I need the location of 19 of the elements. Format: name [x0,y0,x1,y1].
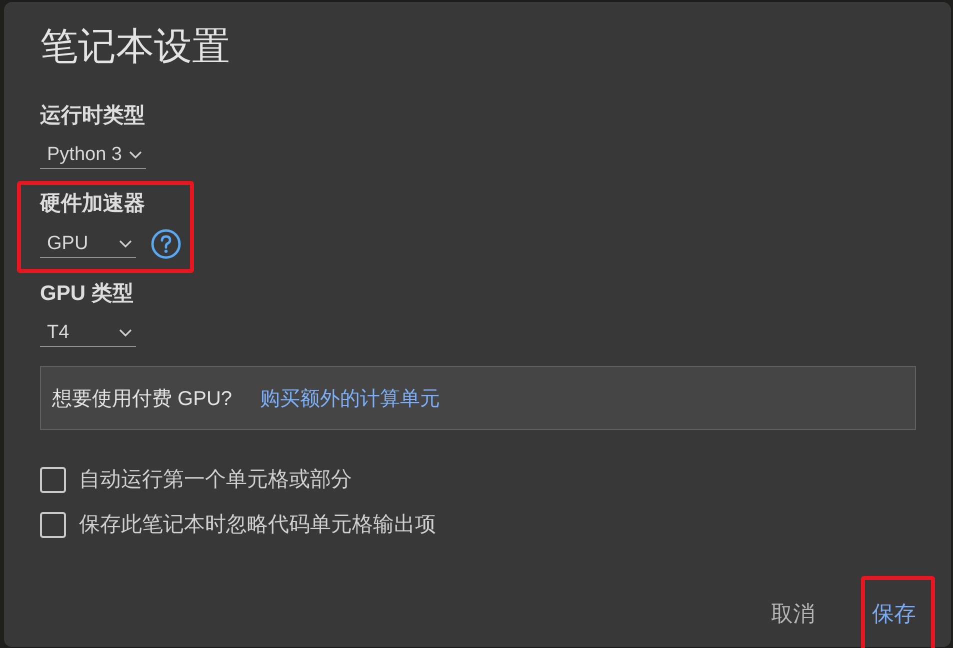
purchase-link[interactable]: 购买额外的计算单元 [260,384,440,412]
banner-text: 想要使用付费 GPU? [52,386,232,412]
select-dropdown[interactable]: Python 3 [40,141,146,169]
cancel-button[interactable]: 取消 [763,596,823,632]
chevron-down-icon [119,240,132,248]
select-dropdown[interactable]: T4 [40,319,136,347]
checkbox-label: 自动运行第一个单元格或部分 [79,467,352,493]
dialog-title: 笔记本设置 [40,25,230,70]
checkbox[interactable] [40,512,66,538]
checkbox[interactable] [40,467,66,493]
checkbox-label: 保存此笔记本时忽略代码单元格输出项 [79,512,436,538]
chevron-down-icon [119,328,132,336]
field-label: 硬件加速器 [40,191,145,217]
chevron-down-icon [129,150,142,158]
select-dropdown[interactable]: GPU [40,230,136,258]
help-icon[interactable] [151,229,181,259]
save-button[interactable]: 保存 [864,596,924,632]
field-label: 运行时类型 [40,103,145,129]
field-label: GPU 类型 [40,281,134,307]
